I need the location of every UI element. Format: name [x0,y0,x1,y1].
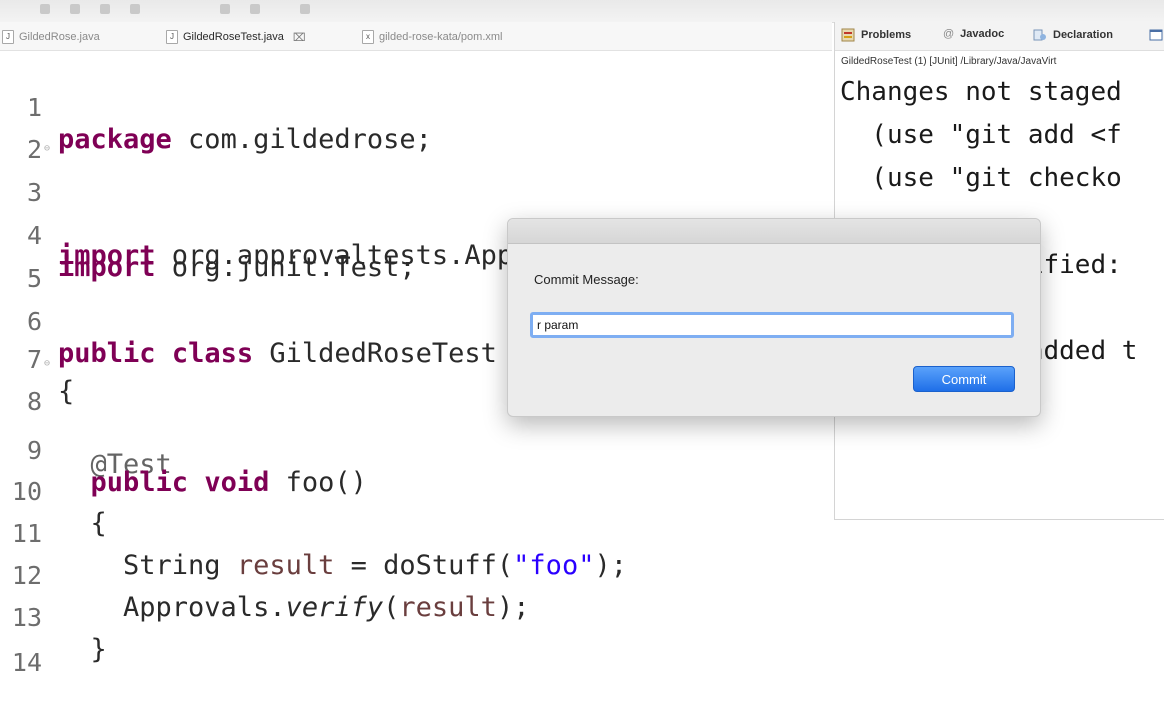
code-line: 5 [0,233,65,293]
launch-path: GildedRoseTest (1) [JUnit] /Library/Java… [841,56,1057,67]
problems-icon [841,28,855,42]
toolbar-icon[interactable] [100,4,110,14]
tab-gildedrosetest-java[interactable]: J GildedRoseTest.java ⌧ [166,28,306,46]
tab-label: GildedRose.java [19,31,100,43]
tab-label: gilded-rose-kata/pom.xml [379,31,503,43]
code-line: 11 String result = doStuff("foo"); [0,488,627,581]
close-icon[interactable]: ⌧ [293,31,306,44]
tab-console[interactable] [1149,28,1163,42]
tab-label: Problems [861,29,912,41]
code-line: 3 ⊖ import org.approvaltests.Approvals; [0,143,627,271]
commit-dialog: Commit Message: Commit [507,218,1041,417]
code-line: 7 { [0,314,74,407]
at-icon: @ [943,28,955,40]
code-line: 1 package com.gildedrose; [0,62,432,155]
xml-file-icon: x [362,30,374,44]
code-line: 13 } [0,572,107,665]
code-line: 14 [0,617,65,677]
line-number: 14 [11,648,42,677]
fold-marker-icon[interactable]: ⊖ [44,143,50,154]
toolbar-icon[interactable] [250,4,260,14]
tab-label: GildedRoseTest.java [183,31,284,43]
toolbar-icon[interactable] [300,4,310,14]
toolbar-icon[interactable] [70,4,80,14]
tab-problems[interactable]: Problems [841,28,911,42]
code-line: 2 [0,104,65,164]
java-file-icon: J [2,30,14,44]
tab-pom-xml[interactable]: x gilded-rose-kata/pom.xml [362,28,503,46]
console-line: (use "git add <f [840,120,1122,150]
tab-gildedrose-java[interactable]: J GildedRose.java [2,28,100,46]
tab-label: Javadoc [960,28,1005,40]
commit-message-input[interactable] [530,312,1014,338]
tab-label: Declaration [1053,29,1113,41]
editor-tab-bar: J GildedRose.java J GildedRoseTest.java … [0,22,832,51]
fold-marker-icon[interactable]: ⊖ [44,358,50,369]
view-tab-bar: Problems @ Javadoc Declaration [835,22,1164,51]
code-line: 8 ⊖ @Test [0,356,172,480]
code-line: 9 public void foo() [0,405,367,498]
toolbar-icon[interactable] [220,4,230,14]
dialog-titlebar[interactable] [508,219,1040,244]
declaration-icon [1033,29,1046,41]
code-line: 12 Approvals.verify(result); [0,530,530,623]
console-line: (use "git checko [840,163,1122,193]
commit-message-label: Commit Message: [534,272,639,287]
toolbar [0,0,1164,23]
code-line: 6 public class GildedRoseTest [0,276,497,369]
toolbar-icon[interactable] [130,4,140,14]
console-icon [1149,29,1163,41]
tab-javadoc[interactable]: @ Javadoc [943,28,1004,40]
tab-declaration[interactable]: Declaration [1033,28,1113,42]
java-file-icon: J [166,30,178,44]
code-line: 10 { [0,446,107,539]
commit-button[interactable]: Commit [913,366,1015,392]
toolbar-icon[interactable] [40,4,50,14]
code-line: 4 import org.junit.Test; [0,190,416,283]
console-line: Changes not staged [840,77,1122,107]
